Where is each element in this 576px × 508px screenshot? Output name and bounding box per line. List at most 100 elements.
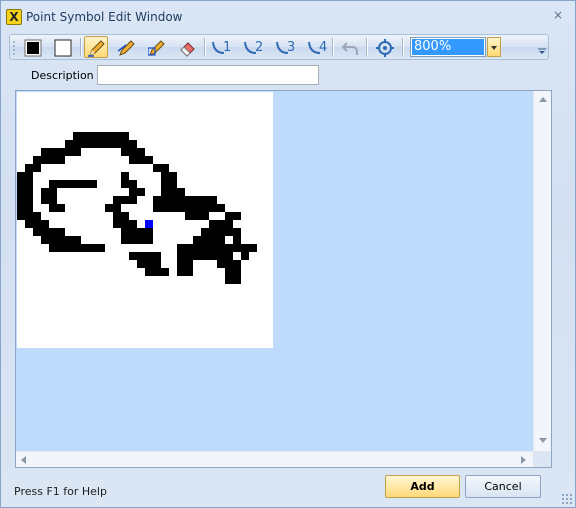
bitmap-pixel[interactable] bbox=[161, 180, 169, 188]
bitmap-pixel[interactable] bbox=[33, 228, 41, 236]
bitmap-pixel[interactable] bbox=[89, 132, 97, 140]
bitmap-pixel[interactable] bbox=[121, 180, 129, 188]
bitmap-pixel[interactable] bbox=[33, 220, 41, 228]
bitmap-pixel[interactable] bbox=[121, 172, 129, 180]
bitmap-pixel[interactable] bbox=[249, 244, 257, 252]
bitmap-pixel[interactable] bbox=[121, 148, 129, 156]
bitmap-pixel[interactable] bbox=[17, 212, 25, 220]
bitmap-pixel[interactable] bbox=[113, 140, 121, 148]
description-input[interactable] bbox=[97, 65, 319, 85]
bitmap-pixel[interactable] bbox=[145, 268, 153, 276]
bitmap-pixel[interactable] bbox=[185, 244, 193, 252]
zoom-combobox[interactable]: 800% bbox=[410, 37, 486, 57]
bitmap-pixel[interactable] bbox=[17, 188, 25, 196]
cursor-pixel[interactable] bbox=[145, 220, 153, 228]
add-button[interactable]: Add bbox=[385, 475, 460, 498]
bitmap-pixel[interactable] bbox=[217, 260, 225, 268]
bitmap-pixel[interactable] bbox=[153, 252, 161, 260]
title-bar[interactable]: X Point Symbol Edit Window × bbox=[1, 1, 575, 31]
bitmap-pixel[interactable] bbox=[25, 172, 33, 180]
bitmap-pixel[interactable] bbox=[193, 252, 201, 260]
cancel-button[interactable]: Cancel bbox=[465, 475, 541, 498]
bitmap-pixel[interactable] bbox=[193, 236, 201, 244]
bitmap-pixel[interactable] bbox=[137, 188, 145, 196]
bitmap-pixel[interactable] bbox=[169, 172, 177, 180]
bitmap-pixel[interactable] bbox=[217, 228, 225, 236]
rotate-3-button[interactable]: 3 bbox=[272, 36, 296, 58]
bitmap-pixel[interactable] bbox=[73, 180, 81, 188]
bitmap-pixel[interactable] bbox=[145, 228, 153, 236]
bitmap-pixel[interactable] bbox=[193, 196, 201, 204]
bitmap-pixel[interactable] bbox=[185, 212, 193, 220]
bitmap-pixel[interactable] bbox=[89, 140, 97, 148]
bitmap-pixel[interactable] bbox=[65, 180, 73, 188]
bitmap-pixel[interactable] bbox=[57, 180, 65, 188]
bitmap-pixel[interactable] bbox=[153, 268, 161, 276]
bitmap-pixel[interactable] bbox=[89, 180, 97, 188]
bitmap-pixel[interactable] bbox=[137, 252, 145, 260]
bitmap-pixel[interactable] bbox=[217, 244, 225, 252]
bitmap-pixel[interactable] bbox=[153, 204, 161, 212]
bitmap-pixel[interactable] bbox=[129, 196, 137, 204]
bitmap-pixel[interactable] bbox=[65, 244, 73, 252]
bitmap-pixel[interactable] bbox=[73, 244, 81, 252]
bitmap-pixel[interactable] bbox=[73, 140, 81, 148]
bitmap-pixel[interactable] bbox=[153, 260, 161, 268]
bitmap-pixel[interactable] bbox=[233, 236, 241, 244]
bitmap-pixel[interactable] bbox=[105, 204, 113, 212]
bitmap-pixel[interactable] bbox=[49, 148, 57, 156]
bitmap-pixel[interactable] bbox=[241, 252, 249, 260]
bitmap-pixel[interactable] bbox=[17, 204, 25, 212]
bitmap-pixel[interactable] bbox=[113, 132, 121, 140]
vertical-scrollbar[interactable] bbox=[533, 91, 551, 451]
bitmap-pixel[interactable] bbox=[97, 132, 105, 140]
bitmap-pixel[interactable] bbox=[177, 196, 185, 204]
bitmap-pixel[interactable] bbox=[209, 252, 217, 260]
pencil-rectangle-button[interactable] bbox=[144, 36, 168, 58]
bitmap-pixel[interactable] bbox=[81, 244, 89, 252]
bitmap-pixel[interactable] bbox=[97, 244, 105, 252]
bitmap-pixel[interactable] bbox=[225, 220, 233, 228]
bitmap-pixel[interactable] bbox=[113, 196, 121, 204]
bitmap-pixel[interactable] bbox=[217, 236, 225, 244]
pencil-draw-button[interactable] bbox=[84, 36, 108, 58]
bitmap-pixel[interactable] bbox=[209, 228, 217, 236]
bitmap-pixel[interactable] bbox=[225, 212, 233, 220]
bitmap-pixel[interactable] bbox=[41, 188, 49, 196]
bitmap-pixel[interactable] bbox=[241, 244, 249, 252]
bitmap-pixel[interactable] bbox=[137, 260, 145, 268]
bitmap-pixel[interactable] bbox=[129, 156, 137, 164]
bitmap-pixel[interactable] bbox=[129, 236, 137, 244]
bitmap-pixel[interactable] bbox=[233, 244, 241, 252]
bitmap-pixel[interactable] bbox=[145, 252, 153, 260]
bitmap-pixel[interactable] bbox=[65, 140, 73, 148]
bitmap-pixel[interactable] bbox=[129, 188, 137, 196]
bitmap-pixel[interactable] bbox=[233, 276, 241, 284]
bitmap-pixel[interactable] bbox=[49, 156, 57, 164]
bitmap-pixel[interactable] bbox=[81, 132, 89, 140]
bitmap-pixel[interactable] bbox=[201, 204, 209, 212]
bitmap-pixel[interactable] bbox=[161, 268, 169, 276]
bitmap-pixel[interactable] bbox=[185, 196, 193, 204]
bitmap-pixel[interactable] bbox=[217, 204, 225, 212]
bitmap-pixel[interactable] bbox=[25, 188, 33, 196]
bitmap-pixel[interactable] bbox=[57, 244, 65, 252]
bitmap-pixel[interactable] bbox=[129, 220, 137, 228]
bitmap-pixel[interactable] bbox=[49, 244, 57, 252]
bitmap-pixel[interactable] bbox=[129, 148, 137, 156]
bitmap-pixel[interactable] bbox=[225, 276, 233, 284]
bitmap-pixel[interactable] bbox=[209, 196, 217, 204]
bitmap-pixel[interactable] bbox=[225, 244, 233, 252]
bitmap-pixel[interactable] bbox=[41, 156, 49, 164]
bitmap-pixel[interactable] bbox=[121, 220, 129, 228]
bitmap-pixel[interactable] bbox=[233, 228, 241, 236]
bitmap-pixel[interactable] bbox=[17, 172, 25, 180]
eraser-button[interactable] bbox=[174, 36, 198, 58]
bitmap-pixel[interactable] bbox=[41, 236, 49, 244]
bitmap-pixel[interactable] bbox=[185, 204, 193, 212]
bitmap-pixel[interactable] bbox=[121, 196, 129, 204]
toolbar-grip[interactable] bbox=[13, 40, 15, 56]
bitmap-pixel[interactable] bbox=[41, 196, 49, 204]
bitmap-pixel[interactable] bbox=[209, 220, 217, 228]
bitmap-pixel[interactable] bbox=[225, 268, 233, 276]
